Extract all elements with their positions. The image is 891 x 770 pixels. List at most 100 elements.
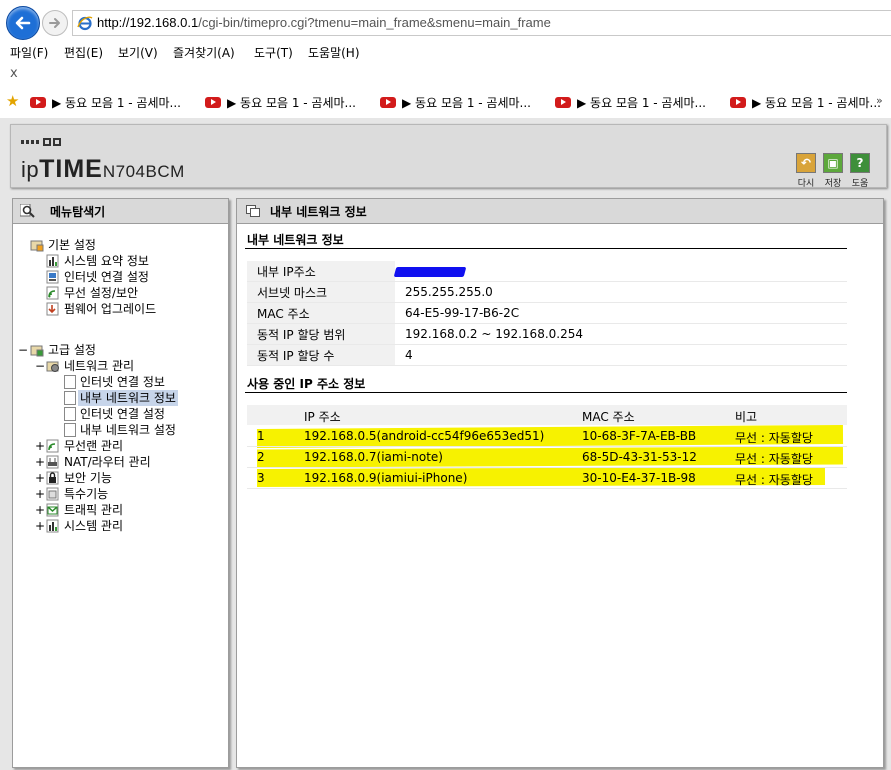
menu-explorer-header: 메뉴탐색기 xyxy=(13,199,228,224)
chart-icon xyxy=(46,254,59,268)
page-icon xyxy=(64,375,76,389)
iptime-logo: ipTIMEN704BCM xyxy=(21,155,185,183)
youtube-icon xyxy=(730,97,746,108)
page-icon xyxy=(64,391,76,405)
back-button[interactable] xyxy=(6,6,40,40)
favorite-link[interactable]: ▶ 동요 모음 1 - 곰세마... xyxy=(730,94,881,110)
menu-explorer: 메뉴탐색기 기본 설정 시스템 요약 정보 인터넷 연결 설정 무선 설정/보안… xyxy=(12,198,229,768)
router-model: N704BCM xyxy=(102,162,185,181)
table-row: 서브넷 마스크 255.255.255.0 xyxy=(247,281,847,303)
collapse-advanced-toggle[interactable]: − xyxy=(18,342,28,358)
favorite-link[interactable]: ▶ 동요 모음 1 - 곰세마... xyxy=(205,94,356,110)
info-key: 서브넷 마스크 xyxy=(247,281,395,303)
menu-explorer-title: 메뉴탐색기 xyxy=(50,205,106,219)
menu-file[interactable]: 파일(F) xyxy=(10,44,48,61)
client-note: 무선 : 자동할당 xyxy=(735,431,813,445)
main-panel: 내부 네트워크 정보 내부 네트워크 정보 내부 IP주소 서브넷 마스크 25… xyxy=(236,198,884,768)
table-row: MAC 주소 64-E5-99-17-B6-2C xyxy=(247,302,847,324)
search-icon xyxy=(20,204,35,218)
collapse-network-toggle[interactable]: − xyxy=(35,358,45,374)
info-value: 255.255.255.0 xyxy=(395,281,847,303)
client-no: 2 xyxy=(257,450,265,464)
logo-dots-icon xyxy=(21,138,61,146)
info-value: 4 xyxy=(395,344,847,366)
address-host: http://192.168.0.1 xyxy=(97,15,199,30)
save-button[interactable]: ▣ 저장 xyxy=(823,153,843,189)
menu-tools[interactable]: 도구(T) xyxy=(254,44,293,61)
table-row: 동적 IP 할당 수 4 xyxy=(247,344,847,366)
table-row: 3 192.168.0.9(iamiui-iPhone) 30-10-E4-37… xyxy=(247,468,847,489)
info-value: 192.168.0.2 ~ 192.168.0.254 xyxy=(395,323,847,345)
expand-wireless-toggle[interactable]: + xyxy=(35,438,45,454)
favorites-bar: ★ ▶ 동요 모음 1 - 곰세마... ▶ 동요 모음 1 - 곰세마... … xyxy=(0,90,891,114)
client-mac: 68-5D-43-31-53-12 xyxy=(582,450,697,464)
folder-icon xyxy=(30,240,44,252)
save-disk-icon: ▣ xyxy=(823,153,843,173)
expand-nat-toggle[interactable]: + xyxy=(35,454,45,470)
info-value: 64-E5-99-17-B6-2C xyxy=(395,302,847,324)
favorites-more-button[interactable]: » xyxy=(876,94,883,107)
expand-security-toggle[interactable]: + xyxy=(35,470,45,486)
table-row: 1 192.168.0.5(android-cc54f96e653ed51) 1… xyxy=(247,426,847,447)
youtube-icon xyxy=(205,97,221,108)
client-no: 3 xyxy=(257,471,265,485)
main-panel-header: 내부 네트워크 정보 xyxy=(237,199,883,224)
client-table-header: IP 주소 MAC 주소 비고 xyxy=(247,405,847,425)
router-page: ipTIMEN704BCM ↶ 다시 ▣ 저장 ? 도움 메뉴탐색기 기본 설정 xyxy=(0,118,891,770)
youtube-icon xyxy=(555,97,571,108)
network-folder-icon xyxy=(46,361,59,372)
table-row: 내부 IP주소 xyxy=(247,261,847,282)
help-button[interactable]: ? 도움 xyxy=(850,153,870,189)
favorite-link[interactable]: ▶ 동요 모음 1 - 곰세마... xyxy=(380,94,531,110)
table-row: 동적 IP 할당 범위 192.168.0.2 ~ 192.168.0.254 xyxy=(247,323,847,345)
menu-bar: 파일(F) 편집(E) 보기(V) 즐겨찾기(A) 도구(T) 도움말(H) xyxy=(0,42,891,62)
address-url[interactable]: http://192.168.0.1/cgi-bin/timepro.cgi?t… xyxy=(97,15,551,30)
help-icon: ? xyxy=(850,153,870,173)
col-ip: IP 주소 xyxy=(304,410,341,424)
chart-icon xyxy=(46,519,59,533)
folder-icon xyxy=(30,345,44,357)
menu-view[interactable]: 보기(V) xyxy=(118,44,158,61)
page-icon xyxy=(64,407,76,421)
refresh-icon: ↶ xyxy=(796,153,816,173)
lan-info-table: 내부 IP주소 서브넷 마스크 255.255.255.0 MAC 주소 64-… xyxy=(247,261,847,366)
youtube-icon xyxy=(30,97,46,108)
close-bar-button[interactable]: x xyxy=(10,66,18,81)
col-note: 비고 xyxy=(735,410,758,424)
special-feature-icon xyxy=(46,487,59,501)
expand-special-toggle[interactable]: + xyxy=(35,486,45,502)
favorite-link[interactable]: ▶ 동요 모음 1 - 곰세마... xyxy=(30,94,181,110)
youtube-icon xyxy=(380,97,396,108)
expand-system-toggle[interactable]: + xyxy=(35,518,45,534)
menu-favorites[interactable]: 즐겨찾기(A) xyxy=(173,44,235,61)
lock-icon xyxy=(46,471,59,485)
info-key: 동적 IP 할당 수 xyxy=(247,344,395,366)
page-icon xyxy=(64,423,76,437)
favorites-star-icon[interactable]: ★ xyxy=(6,93,19,109)
mail-traffic-icon xyxy=(46,503,59,517)
favorite-link[interactable]: ▶ 동요 모음 1 - 곰세마... xyxy=(555,94,706,110)
refresh-button[interactable]: ↶ 다시 xyxy=(796,153,816,189)
col-mac: MAC 주소 xyxy=(582,410,635,424)
menu-help[interactable]: 도움말(H) xyxy=(308,44,360,61)
section-divider xyxy=(245,248,847,249)
firmware-icon xyxy=(46,302,59,316)
wireless-icon xyxy=(46,286,59,300)
window-icon xyxy=(246,205,260,217)
client-mac: 30-10-E4-37-1B-98 xyxy=(582,471,696,485)
client-ip: 192.168.0.7(iami-note) xyxy=(304,450,443,464)
menu-edit[interactable]: 편집(E) xyxy=(64,44,103,61)
table-row: 2 192.168.0.7(iami-note) 68-5D-43-31-53-… xyxy=(247,447,847,468)
section-title-ip-in-use: 사용 중인 IP 주소 정보 xyxy=(247,377,366,391)
info-key: 동적 IP 할당 범위 xyxy=(247,323,395,345)
ie-icon xyxy=(77,16,93,31)
back-arrow-icon xyxy=(15,16,31,30)
info-key: 내부 IP주소 xyxy=(247,261,395,282)
client-note: 무선 : 자동할당 xyxy=(735,473,813,487)
expand-traffic-toggle[interactable]: + xyxy=(35,502,45,518)
forward-arrow-icon xyxy=(49,18,60,28)
address-bar[interactable]: http://192.168.0.1/cgi-bin/timepro.cgi?t… xyxy=(72,10,891,36)
forward-button[interactable] xyxy=(42,10,68,36)
router-icon xyxy=(46,455,59,469)
section-divider xyxy=(245,392,847,393)
